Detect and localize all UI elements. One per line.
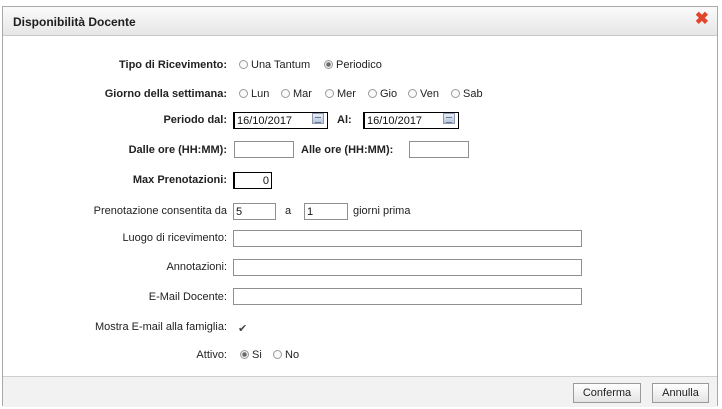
row-mostra-email: Mostra E-mail alla famiglia: ✔ xyxy=(3,318,717,338)
radio-circle-icon xyxy=(239,89,248,98)
annotazioni-label: Annotazioni: xyxy=(166,261,227,273)
calendar-icon[interactable] xyxy=(443,113,455,124)
row-orario: Dalle ore (HH:MM): Alle ore (HH:MM): xyxy=(3,141,717,161)
radio-circle-icon xyxy=(408,89,417,98)
prenotazione-a-input[interactable] xyxy=(304,203,348,220)
radio-una-tantum[interactable]: Una Tantum xyxy=(239,59,310,71)
annulla-button[interactable]: Annulla xyxy=(652,383,709,403)
dialog-titlebar: Disponibilità Docente ✖ xyxy=(3,7,717,36)
radio-circle-selected-icon xyxy=(324,60,333,69)
radio-label: Sab xyxy=(463,88,483,100)
alle-ore-label: Alle ore (HH:MM): xyxy=(301,144,394,156)
periodo-al-label: Al: xyxy=(337,114,352,126)
radio-circle-icon xyxy=(451,89,460,98)
prenotazione-da-input[interactable] xyxy=(233,203,276,220)
conferma-button[interactable]: Conferma xyxy=(573,383,641,403)
row-tipo-ricevimento: Tipo di Ricevimento: Una Tantum Periodic… xyxy=(3,56,717,76)
radio-label: Gio xyxy=(380,88,398,100)
checkmark-icon[interactable]: ✔ xyxy=(238,322,247,335)
max-prenotazioni-label: Max Prenotazioni: xyxy=(132,174,227,186)
dialog-title: Disponibilità Docente xyxy=(13,15,136,29)
radio-circle-icon xyxy=(239,60,248,69)
periodo-dal-label: Periodo dal: xyxy=(163,114,227,126)
giorni-prima-label: giorni prima xyxy=(353,205,411,217)
email-label: E-Mail Docente: xyxy=(148,291,227,303)
tipo-ricevimento-label: Tipo di Ricevimento: xyxy=(119,59,227,71)
radio-mar[interactable]: Mar xyxy=(281,88,312,100)
radio-label: Mar xyxy=(293,88,312,100)
row-periodo: Periodo dal: Al: xyxy=(3,111,717,131)
radio-label: Periodico xyxy=(336,59,382,71)
radio-circle-selected-icon xyxy=(240,350,249,359)
row-max-prenotazioni: Max Prenotazioni: xyxy=(3,171,717,191)
row-attivo: Attivo: Si No xyxy=(3,346,717,366)
radio-ven[interactable]: Ven xyxy=(408,88,439,100)
radio-circle-icon xyxy=(281,89,290,98)
radio-circle-icon xyxy=(273,350,282,359)
attivo-label: Attivo: xyxy=(196,349,227,361)
mostra-email-label: Mostra E-mail alla famiglia: xyxy=(94,321,227,333)
row-luogo: Luogo di ricevimento: xyxy=(3,229,717,249)
radio-label: No xyxy=(285,349,300,361)
max-prenotazioni-input[interactable] xyxy=(233,172,272,189)
dialog: Disponibilità Docente ✖ Tipo di Ricevime… xyxy=(2,6,718,407)
row-giorno-settimana: Giorno della settimana: Lun Mar Mer Gio … xyxy=(3,85,717,105)
radio-circle-icon xyxy=(368,89,377,98)
radio-si[interactable]: Si xyxy=(240,349,262,361)
radio-sab[interactable]: Sab xyxy=(451,88,483,100)
radio-label: Ven xyxy=(420,88,439,100)
radio-circle-icon xyxy=(325,89,334,98)
radio-label: Una Tantum xyxy=(251,59,311,71)
row-annotazioni: Annotazioni: xyxy=(3,258,717,278)
row-email: E-Mail Docente: xyxy=(3,288,717,308)
prenotazione-consentita-label: Prenotazione consentita da xyxy=(93,205,227,217)
row-prenotazione-consentita: Prenotazione consentita da a giorni prim… xyxy=(3,202,717,222)
luogo-input[interactable] xyxy=(233,230,582,247)
alle-ore-input[interactable] xyxy=(409,141,469,158)
radio-lun[interactable]: Lun xyxy=(239,88,269,100)
giorno-settimana-label: Giorno della settimana: xyxy=(104,88,227,100)
calendar-icon[interactable] xyxy=(312,113,324,124)
radio-periodico[interactable]: Periodico xyxy=(324,59,382,71)
luogo-label: Luogo di ricevimento: xyxy=(122,232,227,244)
radio-no[interactable]: No xyxy=(273,349,299,361)
radio-label: Lun xyxy=(251,88,270,100)
dalle-ore-label: Dalle ore (HH:MM): xyxy=(128,144,227,156)
radio-label: Mer xyxy=(337,88,356,100)
radio-mer[interactable]: Mer xyxy=(325,88,356,100)
radio-gio[interactable]: Gio xyxy=(368,88,397,100)
annotazioni-input[interactable] xyxy=(233,259,582,276)
email-input[interactable] xyxy=(233,288,582,305)
close-icon[interactable]: ✖ xyxy=(695,10,709,28)
radio-label: Si xyxy=(252,349,262,361)
prenotazione-a-label: a xyxy=(285,205,292,217)
dialog-footer: Conferma Annulla xyxy=(3,376,717,407)
dalle-ore-input[interactable] xyxy=(234,141,294,158)
